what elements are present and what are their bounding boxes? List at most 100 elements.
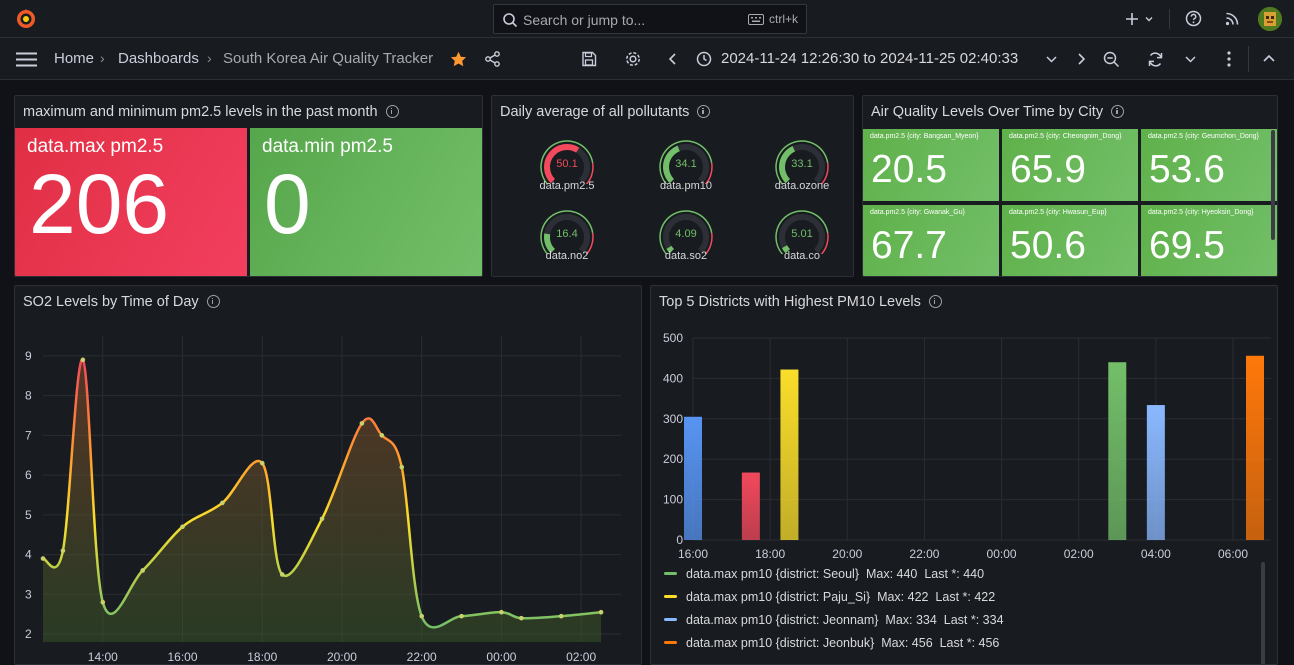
zoom-out-icon[interactable] bbox=[1103, 51, 1120, 68]
city-stat-value: 69.5 bbox=[1149, 224, 1225, 267]
panel-title-text: maximum and minimum pm2.5 levels in the … bbox=[23, 104, 378, 120]
share-icon[interactable] bbox=[484, 51, 501, 67]
city-stat-tile: data.pm2.5 {city: Hyeoksin_Dong} 69.5 bbox=[1141, 205, 1277, 276]
legend-item[interactable]: data.max pm10 {district: Jeonbuk} Max: 4… bbox=[664, 636, 999, 650]
city-stat-tile: data.pm2.5 {city: Gwanak_Gu} 67.7 bbox=[863, 205, 999, 276]
star-icon[interactable] bbox=[450, 51, 467, 67]
chevron-down-icon[interactable] bbox=[1185, 54, 1196, 64]
settings-gear-icon[interactable] bbox=[624, 50, 642, 68]
legend-text: data.max pm10 {district: Paju_Si} Max: 4… bbox=[686, 590, 996, 604]
gauge-label: data.ozone bbox=[774, 180, 830, 192]
info-icon[interactable] bbox=[1111, 105, 1125, 118]
x-tick-label: 04:00 bbox=[1141, 547, 1171, 561]
city-stat-label: data.pm2.5 {city: Hwasun_Eup} bbox=[1009, 209, 1107, 216]
scrollbar[interactable] bbox=[1271, 130, 1275, 240]
x-tick-label: 14:00 bbox=[88, 650, 118, 664]
legend-scrollbar[interactable] bbox=[1261, 562, 1265, 664]
data-point bbox=[459, 613, 464, 619]
chevron-down-icon[interactable] bbox=[1046, 54, 1057, 64]
breadcrumb-separator: › bbox=[100, 50, 105, 66]
x-tick-label: 06:00 bbox=[1218, 547, 1248, 561]
save-icon[interactable] bbox=[581, 51, 597, 67]
y-tick-label: 2 bbox=[25, 627, 32, 641]
legend-item[interactable]: data.max pm10 {district: Jeonnam} Max: 3… bbox=[664, 613, 1004, 627]
legend-text: data.max pm10 {district: Seoul} Max: 440… bbox=[686, 567, 985, 581]
more-vertical-icon[interactable] bbox=[1227, 51, 1231, 67]
bar bbox=[684, 416, 702, 540]
x-tick-label: 18:00 bbox=[247, 650, 277, 664]
data-point bbox=[60, 548, 66, 553]
x-tick-label: 20:00 bbox=[832, 547, 862, 561]
divider bbox=[1169, 9, 1170, 29]
panel-title-text: Daily average of all pollutants bbox=[500, 104, 690, 120]
y-tick-label: 200 bbox=[663, 452, 683, 466]
breadcrumb-current: South Korea Air Quality Tracker bbox=[223, 50, 434, 67]
y-tick-label: 4 bbox=[25, 548, 32, 562]
breadcrumb-dashboards[interactable]: Dashboards bbox=[118, 50, 199, 67]
breadcrumb-separator: › bbox=[207, 50, 212, 66]
menu-icon[interactable] bbox=[16, 52, 37, 67]
city-stat-value: 67.7 bbox=[871, 224, 947, 267]
stat-max-pm25: data.max pm2.5 206 bbox=[15, 128, 247, 276]
x-tick-label: 02:00 bbox=[1064, 547, 1094, 561]
gauge-value: 4.09 bbox=[675, 228, 697, 240]
data-point bbox=[100, 599, 106, 605]
panel-top5-pm10[interactable]: Top 5 Districts with Highest PM10 Levels… bbox=[650, 285, 1278, 665]
stat-label: data.max pm2.5 bbox=[27, 136, 164, 157]
x-tick-label: 18:00 bbox=[755, 547, 785, 561]
y-tick-label: 8 bbox=[25, 389, 32, 403]
avatar-image bbox=[1258, 7, 1282, 31]
info-icon[interactable] bbox=[385, 105, 399, 118]
panel-title-text: Air Quality Levels Over Time by City bbox=[871, 104, 1104, 120]
data-point bbox=[379, 433, 385, 438]
refresh-icon[interactable] bbox=[1147, 51, 1164, 68]
data-point bbox=[319, 516, 325, 522]
chevron-down-icon bbox=[1145, 17, 1153, 22]
panel-city-air-quality[interactable]: Air Quality Levels Over Time by City dat… bbox=[862, 95, 1278, 277]
data-point bbox=[519, 615, 524, 621]
y-tick-label: 3 bbox=[25, 587, 32, 601]
city-stat-value: 53.6 bbox=[1149, 148, 1225, 191]
legend-swatch bbox=[664, 617, 677, 621]
divider bbox=[1248, 46, 1249, 72]
data-point bbox=[558, 613, 564, 619]
panel-pm25-max-min[interactable]: maximum and minimum pm2.5 levels in the … bbox=[14, 95, 483, 277]
legend-item[interactable]: data.max pm10 {district: Paju_Si} Max: 4… bbox=[664, 590, 995, 604]
gauge-data-pm2-5: 50.1 data.pm2.5 bbox=[527, 138, 607, 192]
top-bar: Search or jump to... ctrl+k bbox=[0, 0, 1294, 38]
panel-so2-levels[interactable]: SO2 Levels by Time of Day 2 3 4 5 6 7 8 9 14:00 1… bbox=[14, 285, 642, 665]
chevron-up-icon[interactable] bbox=[1263, 54, 1275, 64]
info-icon[interactable] bbox=[697, 105, 711, 118]
data-point bbox=[419, 613, 424, 619]
add-new-button[interactable] bbox=[1124, 11, 1155, 27]
gauge-data-no2: 16.4 data.no2 bbox=[527, 208, 607, 262]
city-stat-label: data.pm2.5 {city: Geumchon_Dong} bbox=[1148, 133, 1259, 140]
news-button[interactable] bbox=[1225, 11, 1240, 26]
legend-item[interactable]: data.max pm10 {district: Seoul} Max: 440… bbox=[664, 567, 984, 581]
user-avatar[interactable] bbox=[1258, 7, 1282, 31]
time-range-picker[interactable]: 2024-11-24 12:26:30 to 2024-11-25 02:40:… bbox=[721, 50, 1018, 67]
search-placeholder: Search or jump to... bbox=[523, 12, 646, 28]
chevron-left-icon[interactable] bbox=[668, 53, 678, 65]
bar bbox=[741, 472, 760, 540]
gauge-data-co: 5.01 data.co bbox=[762, 208, 842, 262]
bar bbox=[1246, 355, 1264, 540]
legend-text: data.max pm10 {district: Jeonnam} Max: 3… bbox=[686, 613, 1004, 627]
gauge-label: data.so2 bbox=[664, 250, 708, 262]
help-button[interactable] bbox=[1185, 10, 1202, 27]
data-point bbox=[259, 460, 265, 466]
panel-daily-average[interactable]: Daily average of all pollutants 50.1 data… bbox=[491, 95, 854, 277]
data-point bbox=[359, 421, 365, 426]
breadcrumb-home[interactable]: Home bbox=[54, 50, 94, 67]
data-point bbox=[279, 572, 285, 577]
data-point bbox=[499, 609, 504, 615]
plus-icon bbox=[1126, 13, 1138, 25]
city-stat-label: data.pm2.5 {city: Cheongnim_Dong} bbox=[1009, 133, 1122, 140]
chevron-right-icon[interactable] bbox=[1076, 53, 1086, 65]
so2-line-chart: 2 3 4 5 6 7 8 9 14:00 16:00 18:00 20:00 22:00 00:00 02… bbox=[25, 336, 621, 664]
search-box[interactable]: Search or jump to... ctrl+k bbox=[493, 4, 807, 34]
y-tick-label: 300 bbox=[663, 412, 683, 426]
grafana-logo-icon[interactable] bbox=[14, 7, 38, 31]
city-stat-value: 20.5 bbox=[871, 148, 947, 191]
data-point bbox=[598, 609, 604, 615]
